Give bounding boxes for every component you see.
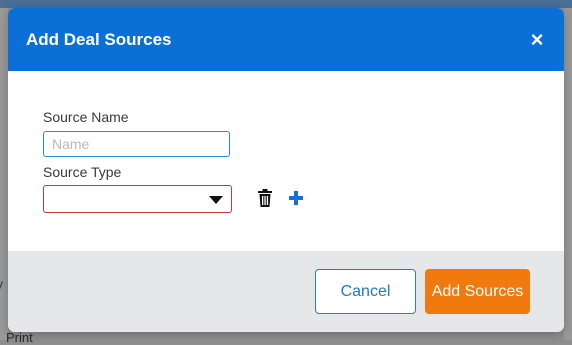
add-sources-button[interactable]: Add Sources (425, 269, 530, 314)
close-icon[interactable]: × (526, 28, 548, 52)
plus-icon[interactable] (287, 189, 305, 207)
cancel-button[interactable]: Cancel (315, 269, 416, 314)
dialog-footer: Cancel Add Sources (8, 251, 564, 332)
trash-icon[interactable] (258, 189, 272, 207)
background-page-right (564, 8, 572, 340)
background-text-fragment: y (0, 276, 3, 292)
source-name-input[interactable] (43, 131, 230, 157)
chevron-down-icon (209, 196, 223, 204)
source-type-label: Source Type (43, 164, 122, 180)
source-name-label: Source Name (43, 109, 129, 125)
dialog-title: Add Deal Sources (26, 30, 172, 49)
add-deal-sources-dialog: Add Deal Sources × Source Name Source Ty… (8, 8, 564, 332)
source-type-select[interactable] (43, 185, 232, 213)
dialog-header: Add Deal Sources × (8, 8, 564, 71)
background-print-fragment: Print (6, 330, 33, 345)
background-page-header (0, 0, 572, 8)
